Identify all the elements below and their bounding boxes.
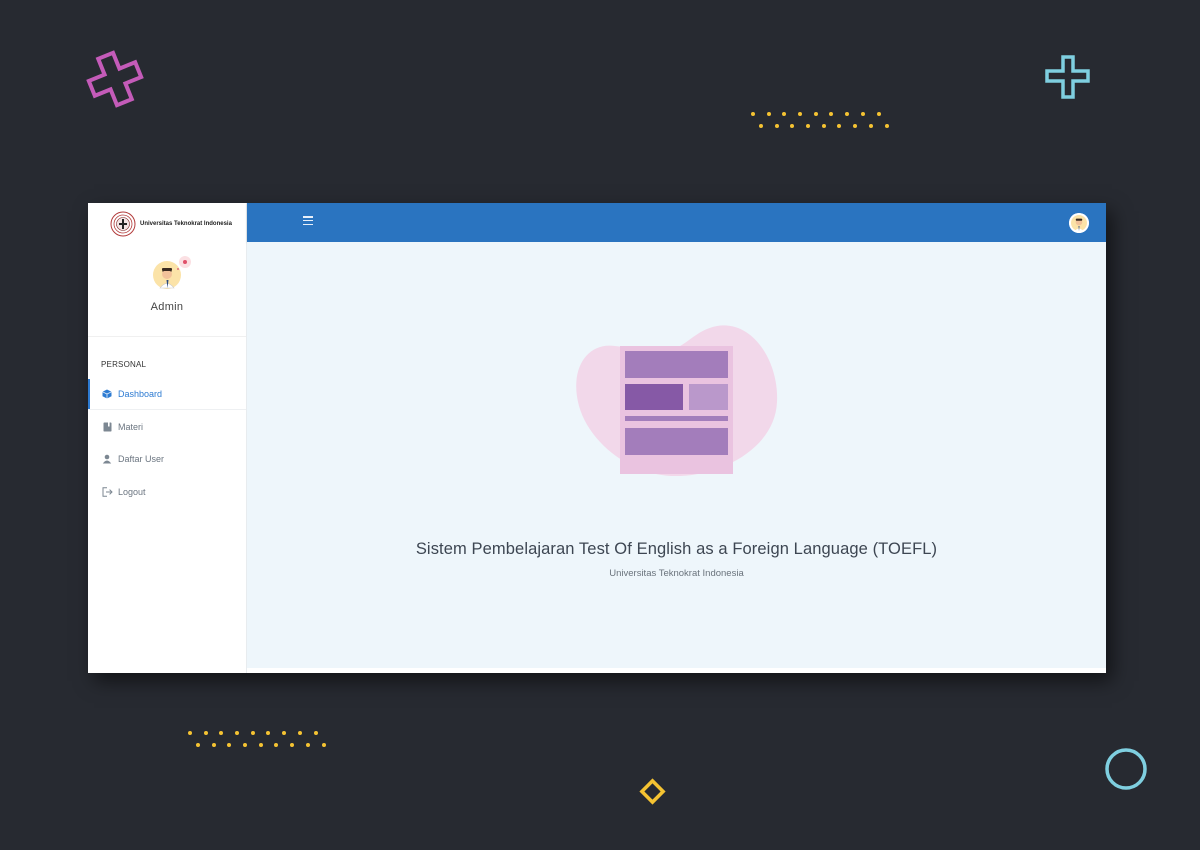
brand-name: Universitas Teknokrat Indonesia — [140, 221, 232, 227]
sidebar: Universitas Teknokrat Indonesia Admin PE… — [88, 203, 247, 673]
brand[interactable]: Universitas Teknokrat Indonesia — [110, 211, 232, 237]
university-logo-icon — [110, 211, 136, 237]
logout-icon — [101, 486, 113, 498]
sidebar-item-label: Logout — [118, 487, 146, 497]
page-title: Sistem Pembelajaran Test Of English as a… — [415, 540, 938, 558]
sidebar-item-label: Materi — [118, 422, 144, 432]
cyan-circle-decoration — [1105, 748, 1147, 790]
cyan-cross-decoration — [1045, 55, 1090, 99]
cube-icon — [101, 388, 113, 400]
app-window: Universitas Teknokrat Indonesia Admin PE… — [88, 203, 1106, 673]
nav-separator — [88, 409, 246, 410]
nav-section-label: PERSONAL — [101, 360, 147, 369]
user-icon — [101, 453, 113, 465]
page-subtitle: Universitas Teknokrat Indonesia — [609, 568, 744, 579]
sidebar-item-dashboard[interactable]: Dashboard — [88, 379, 248, 409]
sidebar-divider — [88, 336, 246, 337]
document-layout-illustration-icon — [576, 325, 778, 476]
top-navbar — [247, 203, 1106, 242]
sidebar-item-label: Dashboard — [118, 389, 163, 399]
hamburger-icon[interactable] — [303, 216, 315, 228]
dots-decoration-bottom — [188, 731, 337, 747]
sidebar-item-logout[interactable]: Logout — [88, 477, 246, 507]
sidebar-item-label: Daftar User — [118, 454, 165, 464]
profile-name: Admin — [150, 301, 184, 313]
sidebar-item-daftar-user[interactable]: Daftar User — [88, 444, 246, 474]
admin-avatar-icon — [153, 256, 191, 289]
main-content: Sistem Pembelajaran Test Of English as a… — [247, 242, 1106, 668]
sidebar-item-materi[interactable]: Materi — [88, 412, 246, 442]
book-icon — [101, 421, 113, 433]
user-avatar-button[interactable] — [1069, 213, 1089, 233]
dots-decoration-top — [751, 112, 900, 128]
yellow-diamond-decoration — [639, 778, 666, 805]
pink-cross-decoration — [86, 50, 144, 108]
user-avatar-icon — [1069, 213, 1089, 233]
